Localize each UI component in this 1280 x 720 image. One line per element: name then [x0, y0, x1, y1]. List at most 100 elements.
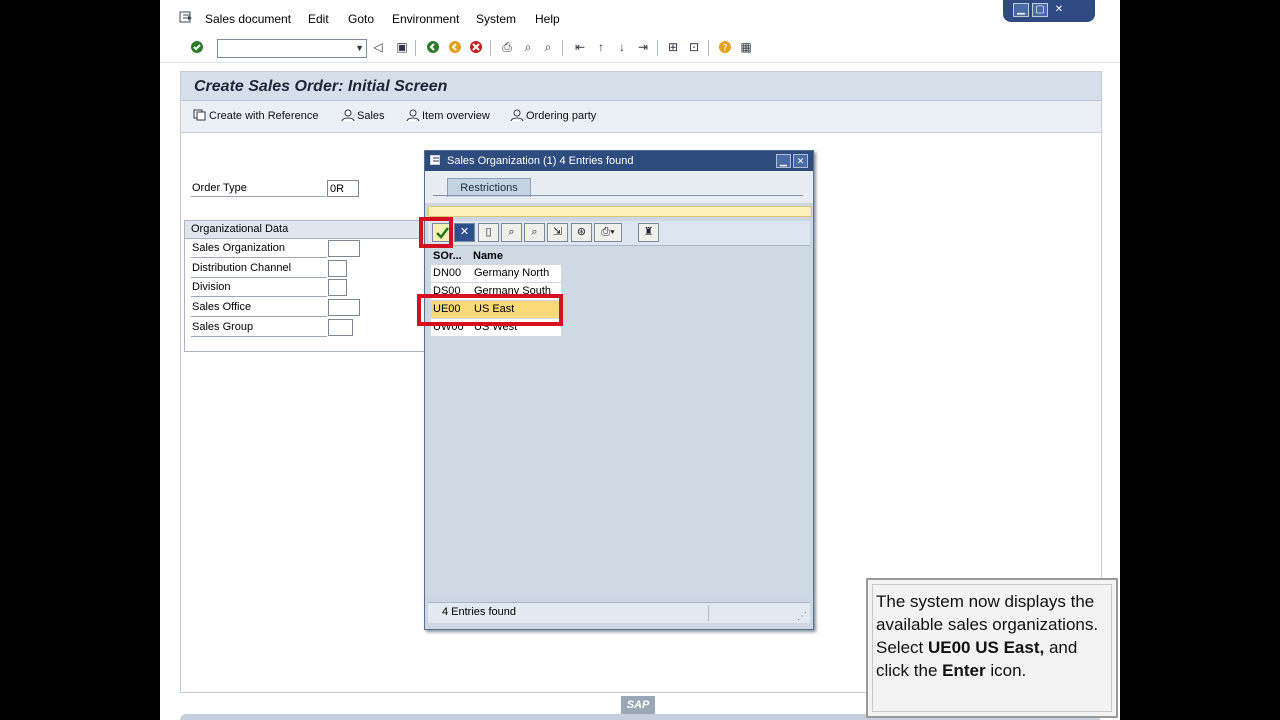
- back-icon[interactable]: [426, 40, 440, 54]
- close-icon[interactable]: ✕: [793, 154, 808, 168]
- separator: [191, 296, 327, 297]
- person-icon: [510, 109, 524, 121]
- separator: [562, 40, 563, 56]
- separator: [708, 40, 709, 56]
- cancel-icon[interactable]: [469, 40, 483, 54]
- layout-menu-icon[interactable]: ▦: [739, 40, 753, 54]
- page-title: Create Sales Order: Initial Screen: [194, 78, 448, 95]
- item-overview-button[interactable]: Item overview: [406, 109, 490, 122]
- item-overview-label: Item overview: [422, 110, 490, 122]
- exit-icon[interactable]: [448, 40, 462, 54]
- minimize-icon[interactable]: ▁: [1013, 3, 1029, 17]
- menu-edit[interactable]: Edit: [308, 12, 329, 26]
- enter-button-highlight: [419, 217, 453, 248]
- order-type-field[interactable]: 0R: [327, 180, 359, 197]
- settings-icon[interactable]: ♜: [638, 223, 659, 242]
- sales-group-field[interactable]: [328, 319, 353, 336]
- person-icon: [341, 109, 355, 121]
- last-page-icon[interactable]: ⇥: [636, 40, 650, 54]
- organizational-data-group: Organizational Data Sales Organization D…: [184, 220, 431, 352]
- division-label: Division: [192, 281, 231, 293]
- print-icon[interactable]: ⎙▾: [594, 223, 622, 242]
- separator: [191, 257, 327, 258]
- resize-grip-icon[interactable]: ⋰: [797, 611, 807, 622]
- separator: [191, 316, 327, 317]
- close-icon[interactable]: ✕: [1051, 3, 1067, 17]
- ordering-party-button[interactable]: Ordering party: [510, 109, 596, 122]
- sap-logo: SAP: [621, 696, 655, 714]
- help-icon[interactable]: ?: [718, 40, 732, 54]
- filter-icon[interactable]: ⊛: [571, 223, 592, 242]
- previous-page-icon[interactable]: ↑: [594, 40, 608, 54]
- distribution-channel-field[interactable]: [328, 260, 347, 277]
- sales-organization-dialog: Sales Organization (1) 4 Entries found ▁…: [417, 150, 814, 630]
- ordering-party-label: Ordering party: [526, 110, 597, 122]
- cancel-icon[interactable]: ✕: [454, 223, 475, 242]
- find-next-icon[interactable]: ⌕: [524, 223, 545, 242]
- first-page-icon[interactable]: ⇤: [573, 40, 587, 54]
- menu-environment[interactable]: Environment: [392, 12, 459, 26]
- list-toolbar: ✕ ▯ ⌕ ⌕ ⇲ ⊛ ⎙▾ ♜: [428, 221, 810, 245]
- division-field[interactable]: [328, 279, 347, 296]
- next-page-icon[interactable]: ↓: [615, 40, 629, 54]
- sales-office-label: Sales Office: [192, 301, 252, 313]
- maximize-icon[interactable]: ▢: [1032, 3, 1048, 17]
- find-icon[interactable]: ⌕: [521, 40, 535, 54]
- sales-office-field[interactable]: [328, 299, 360, 316]
- dialog-title-bar: Sales Organization (1) 4 Entries found ▁…: [425, 151, 813, 171]
- enter-check-icon[interactable]: [190, 40, 204, 54]
- new-session-icon[interactable]: ⊞: [666, 40, 680, 54]
- separator: [191, 336, 327, 337]
- back-arrow-icon[interactable]: ◁: [371, 40, 385, 54]
- sales-button[interactable]: Sales: [341, 109, 385, 122]
- selected-row-highlight: [417, 294, 563, 326]
- separator: [191, 277, 327, 278]
- new-entry-icon[interactable]: ▯: [478, 223, 499, 242]
- create-with-reference-button[interactable]: Create with Reference: [193, 109, 318, 122]
- menu-help[interactable]: Help: [535, 12, 560, 26]
- callout-bold-2: Enter: [942, 661, 986, 680]
- create-with-reference-label: Create with Reference: [209, 110, 319, 122]
- export-icon[interactable]: ⇲: [547, 223, 568, 242]
- find-icon[interactable]: ⌕: [501, 223, 522, 242]
- sales-organization-field[interactable]: [328, 240, 360, 257]
- column-header-name[interactable]: Name: [473, 248, 503, 264]
- dialog-status-bar: 4 Entries found ⋰: [428, 602, 810, 623]
- organizational-data-header: Organizational Data: [191, 223, 289, 235]
- command-field[interactable]: ▼: [217, 39, 367, 58]
- column-header-code[interactable]: SOr...: [433, 248, 462, 264]
- chevron-down-icon[interactable]: ▼: [355, 43, 364, 53]
- separator: [490, 40, 491, 56]
- save-icon[interactable]: ▣: [395, 40, 409, 54]
- tabs-area: Restrictions: [425, 171, 813, 203]
- separator: [415, 40, 416, 56]
- group-header: Organizational Data: [185, 221, 430, 239]
- callout-bold-1: UE00 US East,: [927, 638, 1045, 657]
- menu-sales-document[interactable]: Sales document: [205, 12, 291, 26]
- menubar: Sales document Edit Goto Environment Sys…: [160, 0, 1120, 36]
- dialog-menu-icon[interactable]: [430, 155, 442, 166]
- find-next-icon[interactable]: ⌕: [541, 40, 555, 54]
- restrictions-collapse-bar[interactable]: [428, 206, 812, 217]
- svg-text:?: ?: [722, 43, 727, 54]
- standard-toolbar: ▼ ◁ ▣ ⎙ ⌕ ⌕ ⇤ ↑ ↓ ⇥ ⊞ ⊡ ? ▦: [160, 36, 1120, 63]
- row-name: Germany North: [474, 267, 550, 279]
- callout-line-3: icon.: [985, 661, 1027, 680]
- sales-group-label: Sales Group: [192, 321, 254, 333]
- dialog-title: Sales Organization (1) 4 Entries found: [447, 155, 634, 167]
- separator: [433, 195, 803, 196]
- title-bar: Create Sales Order: Initial Screen: [181, 72, 1101, 101]
- row-code: DN00: [433, 267, 462, 279]
- callout-text: The system now displays the available sa…: [876, 590, 1108, 682]
- sales-organization-label: Sales Organization: [192, 242, 285, 254]
- menu-system[interactable]: System: [476, 12, 516, 26]
- minimize-icon[interactable]: ▁: [776, 154, 791, 168]
- shortcut-icon[interactable]: ⊡: [687, 40, 701, 54]
- order-type-label: Order Type: [192, 182, 247, 194]
- list-item[interactable]: DN00 Germany North: [431, 265, 561, 282]
- window-controls: ▁ ▢ ✕: [1003, 0, 1095, 22]
- print-icon[interactable]: ⎙: [500, 40, 514, 54]
- separator: [191, 196, 326, 197]
- menu-options-icon[interactable]: [179, 11, 193, 23]
- menu-goto[interactable]: Goto: [348, 12, 374, 26]
